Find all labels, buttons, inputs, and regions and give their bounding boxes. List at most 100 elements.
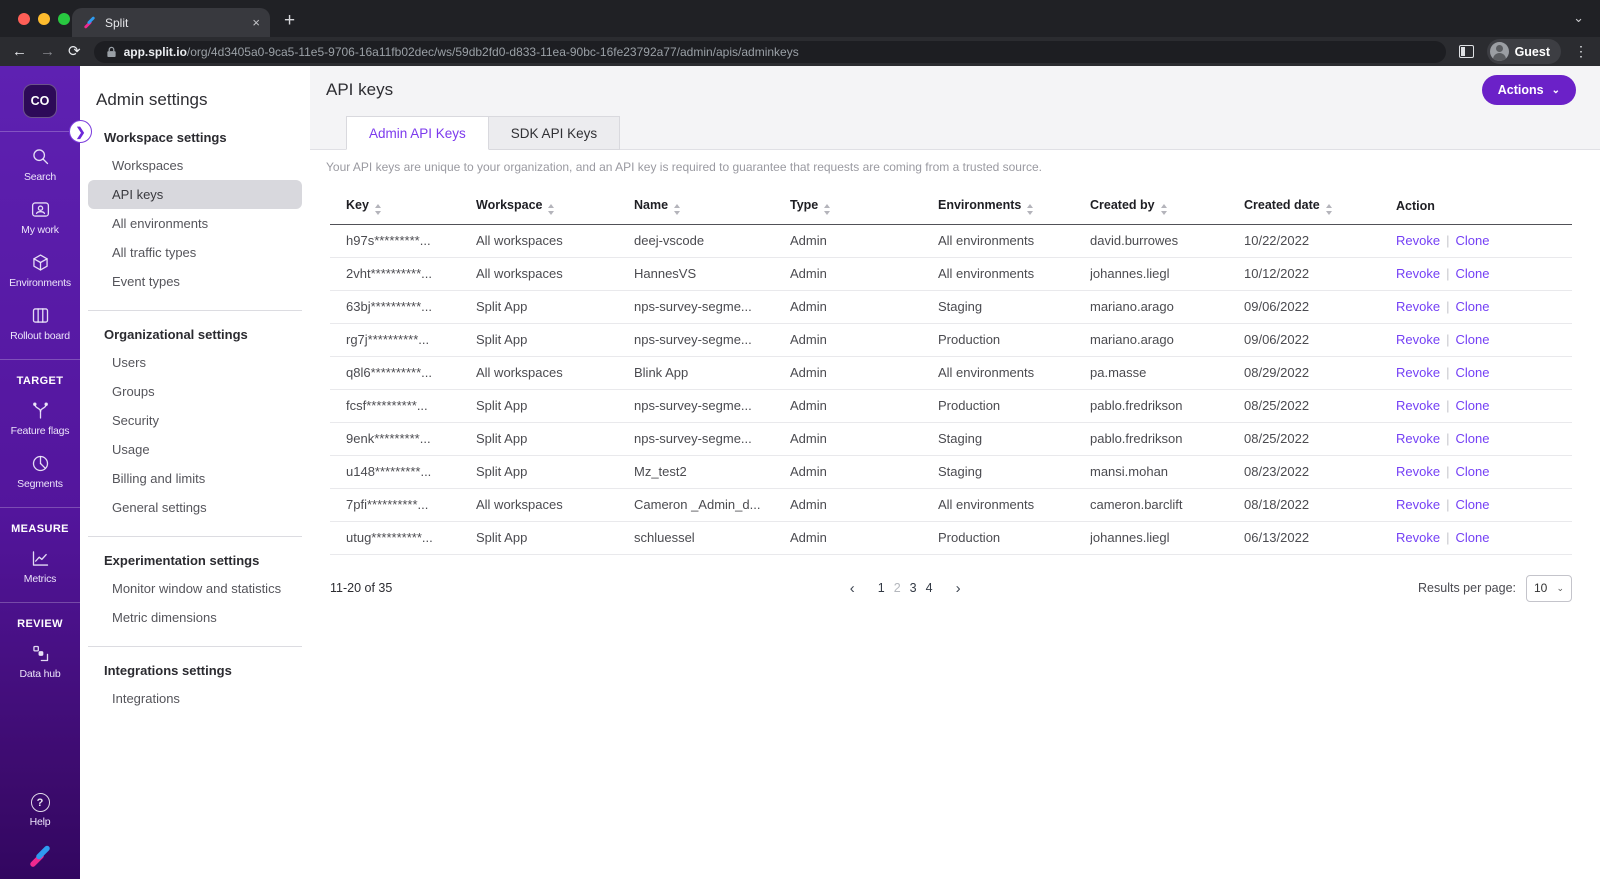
- settings-nav-item-all-traffic-types[interactable]: All traffic types: [88, 238, 302, 267]
- revoke-link[interactable]: Revoke: [1396, 365, 1440, 380]
- column-header-workspace[interactable]: Workspace: [476, 188, 634, 225]
- results-per-page-select[interactable]: 10 ⌄: [1526, 574, 1572, 602]
- cell-created-date: 08/18/2022: [1244, 488, 1396, 522]
- window-controls[interactable]: [18, 13, 70, 25]
- sidebar-group: Search My work Environments Rollout board: [0, 131, 80, 359]
- cell-action: Revoke | Clone: [1396, 422, 1572, 456]
- settings-section-header: Experimentation settings: [104, 553, 260, 568]
- browser-toolbar: ← → ⟳ app.split.io/org/4d3405a0-9ca5-11e…: [0, 37, 1600, 66]
- column-header-created-date[interactable]: Created date: [1244, 188, 1396, 225]
- clone-link[interactable]: Clone: [1455, 266, 1489, 281]
- url-bar[interactable]: app.split.io/org/4d3405a0-9ca5-11e5-9706…: [93, 40, 1446, 63]
- settings-nav-item-workspaces[interactable]: Workspaces: [88, 151, 302, 180]
- settings-nav-item-event-types[interactable]: Event types: [88, 267, 302, 296]
- cell-action: Revoke | Clone: [1396, 257, 1572, 291]
- action-separator: |: [1446, 431, 1450, 446]
- clone-link[interactable]: Clone: [1455, 497, 1489, 512]
- maximize-window-button[interactable]: [58, 13, 70, 25]
- tabstrip-chevron-down-icon[interactable]: ⌄: [1573, 10, 1584, 26]
- sidebar-item-data-hub[interactable]: Data hub: [0, 642, 80, 680]
- sidebar-item-label: Rollout board: [10, 330, 70, 342]
- revoke-link[interactable]: Revoke: [1396, 299, 1440, 314]
- table-row: 9enk*********... Split App nps-survey-segm…: [330, 422, 1572, 456]
- org-logo[interactable]: CO: [23, 84, 57, 118]
- clone-link[interactable]: Clone: [1455, 464, 1489, 479]
- new-tab-icon[interactable]: +: [284, 10, 295, 32]
- column-header-label: Workspace: [476, 198, 543, 212]
- tab-admin-api-keys[interactable]: Admin API Keys: [346, 116, 489, 150]
- settings-nav-item-general-settings[interactable]: General settings: [88, 493, 302, 522]
- close-window-button[interactable]: [18, 13, 30, 25]
- column-header-name[interactable]: Name: [634, 188, 790, 225]
- prev-page-icon[interactable]: ‹: [836, 580, 869, 597]
- page-number-2[interactable]: 2: [894, 581, 901, 595]
- clone-link[interactable]: Clone: [1455, 365, 1489, 380]
- cell-action: Revoke | Clone: [1396, 521, 1572, 555]
- clone-link[interactable]: Clone: [1455, 233, 1489, 248]
- avatar: [1489, 42, 1509, 61]
- pagination-bar: 11-20 of 35 ‹ 1234 › Results per page: 1…: [310, 574, 1600, 602]
- next-page-icon[interactable]: ›: [942, 580, 975, 597]
- tab-sdk-api-keys[interactable]: SDK API Keys: [488, 116, 621, 150]
- cell-name: nps-survey-segme...: [634, 389, 790, 423]
- settings-nav-item-billing-and-limits[interactable]: Billing and limits: [88, 464, 302, 493]
- clone-link[interactable]: Clone: [1455, 431, 1489, 446]
- sidebar-expand-button[interactable]: ❯: [69, 120, 92, 143]
- sidebar-item-metrics[interactable]: Metrics: [0, 547, 80, 585]
- page-number-3[interactable]: 3: [910, 581, 917, 595]
- cell-key: rg7j**********...: [330, 323, 476, 357]
- revoke-link[interactable]: Revoke: [1396, 332, 1440, 347]
- browser-menu-kebab-icon[interactable]: ⋮: [1574, 43, 1588, 60]
- profile-button[interactable]: Guest: [1486, 39, 1561, 64]
- revoke-link[interactable]: Revoke: [1396, 398, 1440, 413]
- revoke-link[interactable]: Revoke: [1396, 497, 1440, 512]
- clone-link[interactable]: Clone: [1455, 398, 1489, 413]
- sidebar-item-my-work[interactable]: My work: [0, 198, 80, 236]
- column-header-label: Action: [1396, 199, 1435, 214]
- settings-nav-item-security[interactable]: Security: [88, 406, 302, 435]
- column-header-environments[interactable]: Environments: [938, 188, 1090, 225]
- page-number-1[interactable]: 1: [878, 581, 885, 595]
- browser-tab-split[interactable]: Split ×: [72, 8, 270, 37]
- back-icon[interactable]: ←: [12, 44, 27, 59]
- sidebar-item-rollout-board[interactable]: Rollout board: [0, 304, 80, 342]
- column-header-created-by[interactable]: Created by: [1090, 188, 1244, 225]
- cell-type: Admin: [790, 389, 938, 423]
- column-header-label: Key: [346, 198, 369, 212]
- clone-link[interactable]: Clone: [1455, 530, 1489, 545]
- api-keys-table: Key Workspace Name Type Environments Created …: [330, 188, 1572, 555]
- revoke-link[interactable]: Revoke: [1396, 431, 1440, 446]
- settings-nav-item-users[interactable]: Users: [88, 348, 302, 377]
- sidebar-item-search[interactable]: Search: [0, 145, 80, 183]
- forward-icon[interactable]: →: [40, 44, 55, 59]
- settings-nav-item-api-keys[interactable]: API keys: [88, 180, 302, 209]
- revoke-link[interactable]: Revoke: [1396, 266, 1440, 281]
- clone-link[interactable]: Clone: [1455, 332, 1489, 347]
- revoke-link[interactable]: Revoke: [1396, 233, 1440, 248]
- settings-nav-item-monitor-window-and-statistics[interactable]: Monitor window and statistics: [88, 574, 302, 603]
- revoke-link[interactable]: Revoke: [1396, 530, 1440, 545]
- reload-icon[interactable]: ⟳: [68, 44, 81, 59]
- side-panel-icon[interactable]: [1458, 45, 1474, 58]
- sidebar-item-help[interactable]: ? Help: [0, 793, 80, 828]
- cell-environments: Staging: [938, 455, 1090, 489]
- minimize-window-button[interactable]: [38, 13, 50, 25]
- settings-nav-item-integrations[interactable]: Integrations: [88, 684, 302, 713]
- sidebar-item-segments[interactable]: Segments: [0, 452, 80, 490]
- sidebar-item-feature-flags[interactable]: Feature flags: [0, 399, 80, 437]
- settings-nav-item-usage[interactable]: Usage: [88, 435, 302, 464]
- sort-icon: [1160, 204, 1167, 215]
- tab-close-icon[interactable]: ×: [252, 16, 260, 29]
- actions-button[interactable]: Actions ⌄: [1481, 75, 1576, 105]
- settings-nav-item-all-environments[interactable]: All environments: [88, 209, 302, 238]
- clone-link[interactable]: Clone: [1455, 299, 1489, 314]
- sidebar-item-environments[interactable]: Environments: [0, 251, 80, 289]
- column-header-type[interactable]: Type: [790, 188, 938, 225]
- column-header-key[interactable]: Key: [330, 188, 476, 225]
- cell-key: utug**********...: [330, 521, 476, 555]
- settings-nav-item-groups[interactable]: Groups: [88, 377, 302, 406]
- page-number-4[interactable]: 4: [926, 581, 933, 595]
- cell-key: 2vht**********...: [330, 257, 476, 291]
- revoke-link[interactable]: Revoke: [1396, 464, 1440, 479]
- settings-nav-item-metric-dimensions[interactable]: Metric dimensions: [88, 603, 302, 632]
